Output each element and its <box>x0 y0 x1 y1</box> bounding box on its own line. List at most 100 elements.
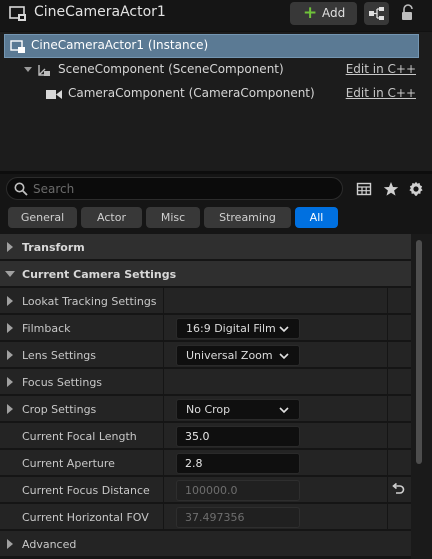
plus-icon: + <box>303 3 318 23</box>
field-value: 100000.0 <box>185 484 238 497</box>
camera-actor-icon <box>9 6 26 21</box>
tree-item-camera-component[interactable]: CameraComponent (CameraComponent) Edit i… <box>0 82 420 106</box>
property-label: Current Focal Length <box>22 430 137 443</box>
expand-arrow-icon[interactable] <box>7 323 13 333</box>
filmback-dropdown[interactable]: 16:9 Digital Film <box>176 318 300 339</box>
chevron-down-icon <box>279 353 289 360</box>
column-divider <box>387 450 388 476</box>
field-value: 35.0 <box>185 430 210 443</box>
property-current-focus-distance: Current Focus Distance 100000.0 <box>0 477 411 503</box>
property-current-horizontal-fov: Current Horizontal FOV 37.497356 <box>0 504 411 530</box>
property-label: Crop Settings <box>22 403 97 416</box>
column-divider <box>163 423 164 449</box>
property-label: Lookat Tracking Settings <box>22 295 157 308</box>
tree-item-label: SceneComponent (SceneComponent) <box>58 62 284 76</box>
category-label: Transform <box>22 241 85 254</box>
column-divider <box>163 315 164 341</box>
chevron-down-icon <box>279 407 289 414</box>
category-transform[interactable]: Transform <box>0 234 411 260</box>
expand-arrow-icon <box>7 539 13 549</box>
property-label: Current Focus Distance <box>22 484 150 497</box>
dropdown-value: Universal Zoom <box>186 349 273 362</box>
column-divider <box>387 288 388 314</box>
column-divider <box>163 450 164 476</box>
expand-arrow-icon <box>7 377 13 387</box>
tab-all[interactable]: All <box>295 207 338 228</box>
property-label: Lens Settings <box>22 349 97 362</box>
add-button-label: Add <box>322 6 346 20</box>
camera-icon <box>46 90 62 99</box>
column-divider <box>163 396 164 422</box>
filter-tabs: General Actor Misc Streaming All <box>0 204 432 234</box>
search-icon <box>14 182 28 196</box>
property-panel: Transform Current Camera Settings Lookat… <box>0 234 432 559</box>
tree-item-label: CineCameraActor1 (Instance) <box>31 38 209 52</box>
property-lens-settings: Lens Settings Universal Zoom <box>0 342 411 368</box>
actor-title: CineCameraActor1 <box>34 4 166 20</box>
aperture-field[interactable]: 2.8 <box>176 453 300 474</box>
expand-arrow-icon <box>7 242 13 252</box>
column-divider <box>387 504 388 530</box>
column-divider <box>163 369 164 395</box>
lock-icon[interactable] <box>400 4 416 22</box>
tree-item-label: CameraComponent (CameraComponent) <box>68 86 315 100</box>
component-tree: CineCameraActor1 (Instance) SceneCompone… <box>0 31 432 171</box>
tab-general[interactable]: General <box>8 207 77 228</box>
dropdown-value: No Crop <box>186 403 231 416</box>
focus-distance-field: 100000.0 <box>176 480 300 501</box>
search-input[interactable] <box>33 180 333 197</box>
chevron-down-icon <box>279 326 289 333</box>
horizontal-fov-field: 37.497356 <box>176 507 300 528</box>
details-header: CineCameraActor1 + Add <box>0 0 432 28</box>
property-advanced[interactable]: Advanced <box>0 531 411 557</box>
search-box[interactable] <box>6 177 343 200</box>
tab-streaming[interactable]: Streaming <box>204 207 291 228</box>
category-label: Current Camera Settings <box>22 268 177 281</box>
expand-arrow-icon[interactable] <box>24 67 32 72</box>
column-divider <box>387 342 388 368</box>
column-divider <box>387 423 388 449</box>
field-value: 37.497356 <box>185 511 245 524</box>
scrollbar-thumb[interactable] <box>416 240 422 464</box>
search-row <box>0 174 432 204</box>
column-divider <box>163 288 164 314</box>
settings-gear-icon[interactable] <box>408 181 424 197</box>
tree-item-instance[interactable]: CineCameraActor1 (Instance) <box>4 34 419 58</box>
property-matrix-icon[interactable] <box>356 181 372 197</box>
property-crop-settings: Crop Settings No Crop <box>0 396 411 422</box>
scene-component-icon <box>38 65 50 76</box>
expand-arrow-icon[interactable] <box>7 350 13 360</box>
property-label: Filmback <box>22 322 71 335</box>
expand-arrow-icon[interactable] <box>7 404 13 414</box>
property-current-aperture: Current Aperture 2.8 <box>0 450 411 476</box>
focal-length-field[interactable]: 35.0 <box>176 426 300 447</box>
tab-actor[interactable]: Actor <box>81 207 142 228</box>
property-label: Current Horizontal FOV <box>22 511 149 524</box>
collapse-arrow-icon <box>5 271 15 277</box>
property-label: Focus Settings <box>22 376 103 389</box>
column-divider <box>163 504 164 530</box>
crop-settings-dropdown[interactable]: No Crop <box>176 399 300 420</box>
property-focus-settings[interactable]: Focus Settings <box>0 369 411 395</box>
edit-in-cpp-link[interactable]: Edit in C++ <box>346 62 416 76</box>
category-current-camera-settings[interactable]: Current Camera Settings <box>0 261 411 287</box>
tree-item-scene-component[interactable]: SceneComponent (SceneComponent) Edit in … <box>0 58 420 82</box>
property-lookat-tracking[interactable]: Lookat Tracking Settings <box>0 288 411 314</box>
property-filmback: Filmback 16:9 Digital Film <box>0 315 411 341</box>
blueprint-button[interactable] <box>364 2 389 25</box>
expand-arrow-icon <box>7 296 13 306</box>
reset-to-default-icon[interactable] <box>390 482 406 498</box>
add-component-button[interactable]: + Add <box>290 2 357 25</box>
lens-settings-dropdown[interactable]: Universal Zoom <box>176 345 300 366</box>
property-current-focal-length: Current Focal Length 35.0 <box>0 423 411 449</box>
column-divider <box>387 477 388 503</box>
column-divider <box>387 369 388 395</box>
edit-in-cpp-link[interactable]: Edit in C++ <box>346 86 416 100</box>
property-label: Current Aperture <box>22 457 115 470</box>
blueprint-icon <box>369 7 384 20</box>
column-divider <box>387 396 388 422</box>
dropdown-value: 16:9 Digital Film <box>186 322 276 335</box>
favorites-star-icon[interactable] <box>383 181 399 197</box>
column-divider <box>163 477 164 503</box>
tab-misc[interactable]: Misc <box>146 207 200 228</box>
